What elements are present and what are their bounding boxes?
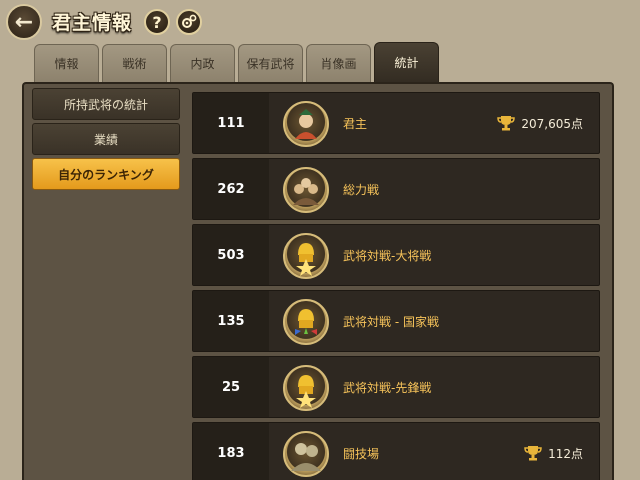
mode-label: 総力戦 (343, 182, 380, 197)
mode-label: 闘技場 (343, 446, 380, 461)
mode-label: 武将対戦-先鋒戦 (343, 380, 432, 395)
question-icon: ? (152, 12, 162, 32)
tab-bar: 情報 戦術 内政 保有武将 肖像画 統計 (34, 42, 439, 82)
mode-label: 君主 (343, 116, 368, 131)
ranking-row[interactable]: 262 総力戦 (192, 158, 600, 220)
settings-button[interactable] (176, 9, 202, 35)
sidebar-item-general-stats[interactable]: 所持武将の統計 (32, 88, 180, 120)
gears-icon (182, 14, 197, 28)
ranking-row[interactable]: 503 武将対戦-大将戦 (192, 224, 600, 286)
rank-number: 135 (193, 291, 269, 351)
help-button[interactable]: ? (144, 9, 170, 35)
page-title: 君主情報 (52, 12, 133, 34)
ranking-row[interactable]: 111 君主 207,605点 (192, 92, 600, 154)
rank-number: 25 (193, 357, 269, 417)
tab-portraits[interactable]: 肖像画 (306, 44, 371, 82)
trophy-icon (497, 116, 516, 131)
total-war-icon (283, 167, 329, 213)
score-value: 207,605点 (521, 116, 583, 131)
general-helmet-star-icon (283, 365, 329, 411)
ranking-row[interactable]: 135 武将対戦 - 国家戦 (192, 290, 600, 352)
sidebar: 所持武将の統計 業績 自分のランキング (32, 88, 180, 193)
sidebar-item-my-ranking[interactable]: 自分のランキング (32, 158, 180, 190)
rank-number: 503 (193, 225, 269, 285)
general-helmet-flags-icon (283, 299, 329, 345)
arrow-left-icon: ← (14, 9, 34, 35)
lord-portrait-icon (283, 101, 329, 147)
ranking-list[interactable]: 111 君主 207,605点 262 総力戦 503 武将対戦-大将戦 135… (192, 92, 600, 480)
score: 207,605点 (497, 93, 583, 153)
trophy-icon (524, 446, 542, 461)
rank-number: 262 (193, 159, 269, 219)
rank-number: 111 (193, 93, 269, 153)
general-helmet-star-icon (283, 233, 329, 279)
tab-info[interactable]: 情報 (34, 44, 99, 82)
mode-label: 武将対戦 - 国家戦 (343, 314, 439, 329)
tab-owned-generals[interactable]: 保有武将 (238, 44, 303, 82)
tab-statistics[interactable]: 統計 (374, 42, 439, 82)
rank-number: 183 (193, 423, 269, 480)
tab-domestic[interactable]: 内政 (170, 44, 235, 82)
ranking-row[interactable]: 25 武将対戦-先鋒戦 (192, 356, 600, 418)
header: ← 君主情報 ? (0, 0, 640, 44)
mode-label: 武将対戦-大将戦 (343, 248, 432, 263)
back-button[interactable]: ← (6, 4, 42, 40)
score: 112点 (524, 423, 583, 480)
score-value: 112点 (548, 446, 583, 461)
arena-warriors-icon (283, 431, 329, 477)
sidebar-item-achievements[interactable]: 業績 (32, 123, 180, 155)
ranking-row[interactable]: 183 闘技場 112点 (192, 422, 600, 480)
tab-tactics[interactable]: 戦術 (102, 44, 167, 82)
